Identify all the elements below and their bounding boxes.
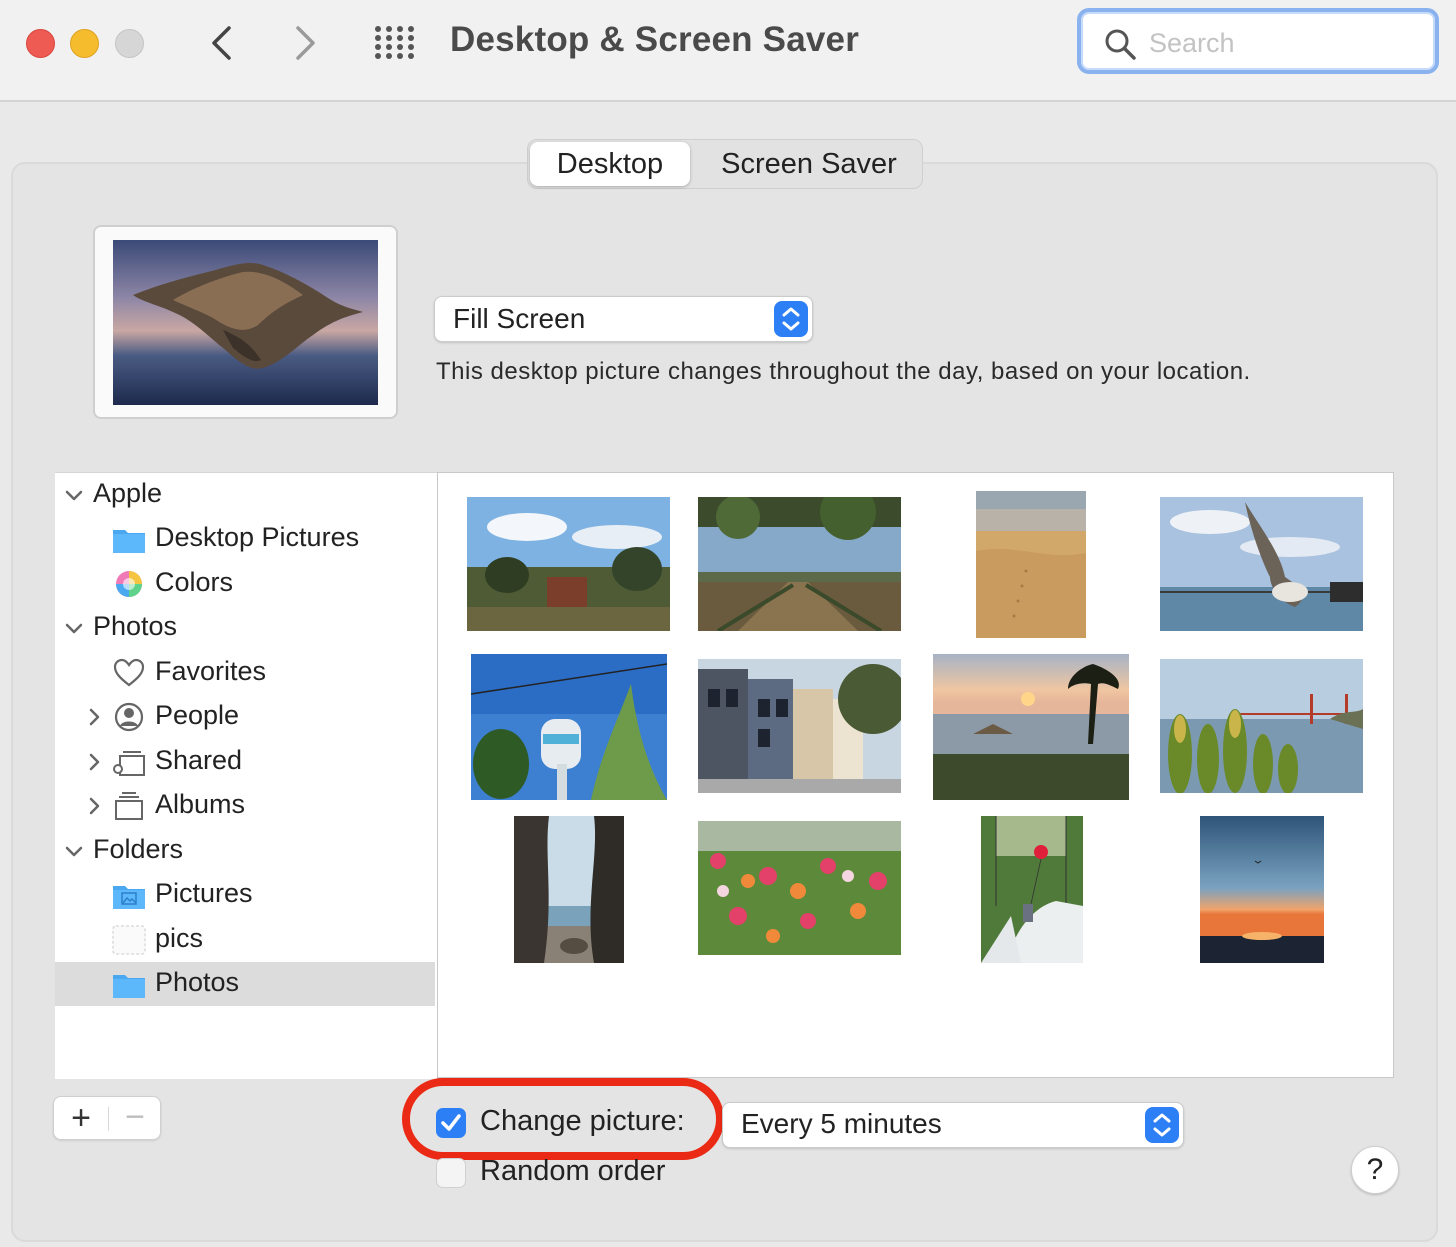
sidebar-item-pics[interactable]: pics (55, 918, 435, 962)
thumbnail-golden-gate-plants[interactable] (1160, 659, 1363, 793)
folder-icon (113, 530, 145, 553)
tab-bar: Desktop Screen Saver (527, 139, 923, 189)
window-title: Desktop & Screen Saver (450, 20, 860, 59)
tab-desktop[interactable]: Desktop (530, 142, 690, 186)
thumbnail-beach-sunset-palm[interactable] (933, 654, 1129, 800)
chevron-down-icon[interactable] (63, 617, 85, 639)
blank-folder-icon (112, 925, 146, 955)
thumbnail-ocean-sunset[interactable] (1200, 816, 1324, 963)
catalina-island-image (113, 240, 378, 405)
sidebar-item-photos-folder[interactable]: Photos (55, 962, 435, 1006)
divider (108, 1107, 109, 1131)
sidebar-item-label: pics (155, 923, 204, 953)
remove-folder-button[interactable]: − (120, 1097, 150, 1139)
sidebar-item-colors[interactable]: Colors (55, 562, 435, 606)
tab-screen-saver[interactable]: Screen Saver (700, 142, 918, 186)
sidebar-item-label: Colors (155, 567, 234, 597)
thumbnail-row-houses[interactable] (698, 659, 901, 793)
albums-icon (115, 792, 143, 820)
pictures-folder-icon (113, 886, 145, 909)
thumbnail-zinnia-flowers[interactable] (698, 821, 901, 955)
desktop-picture-preview (93, 225, 398, 419)
random-order-checkbox[interactable] (436, 1158, 466, 1188)
sidebar-item-favorites[interactable]: Favorites (55, 651, 435, 695)
sidebar-group-folders[interactable]: Folders (55, 829, 435, 873)
dynamic-desktop-description: This desktop picture changes throughout … (436, 358, 1251, 385)
checkmark-icon (441, 1114, 461, 1131)
sidebar-item-label: Favorites (155, 656, 267, 686)
title-bar: Desktop & Screen Saver (0, 0, 1456, 102)
sidebar-item-label: Pictures (155, 878, 253, 908)
change-picture-label: Change picture: (480, 1105, 685, 1137)
color-wheel-icon (116, 571, 142, 597)
sidebar-group-photos[interactable]: Photos (55, 606, 435, 650)
minimize-window-button[interactable] (70, 29, 99, 58)
person-circle-icon (114, 702, 144, 732)
thumbnail-seagull-bridge[interactable] (1160, 497, 1363, 631)
interval-dropdown[interactable]: Every 5 minutes (722, 1102, 1184, 1148)
dropdown-chevrons-icon (1145, 1107, 1179, 1143)
change-picture-checkbox[interactable] (436, 1108, 466, 1138)
chevron-down-icon[interactable] (63, 484, 85, 506)
fill-mode-dropdown[interactable]: Fill Screen (434, 296, 813, 342)
add-remove-control: + − (53, 1096, 161, 1140)
zoom-window-button[interactable] (115, 29, 144, 58)
show-all-grid-icon[interactable] (372, 24, 418, 60)
search-input[interactable] (1147, 24, 1421, 62)
thumbnail-rock-cave-beach[interactable] (514, 816, 624, 963)
sidebar-item-label: Shared (155, 745, 243, 775)
random-order-label: Random order (480, 1155, 666, 1187)
sidebar-item-label: Albums (155, 789, 246, 819)
sidebar-group-apple[interactable]: Apple (55, 473, 435, 517)
chevron-down-icon[interactable] (63, 840, 85, 862)
chevron-right-icon[interactable] (83, 795, 105, 817)
chevron-right-icon[interactable] (83, 751, 105, 773)
help-button[interactable]: ? (1351, 1146, 1399, 1194)
thumbnail-sand-dunes[interactable] (976, 491, 1086, 638)
dropdown-chevrons-icon (774, 301, 808, 337)
sidebar-item-label: Desktop Pictures (155, 522, 360, 552)
sidebar-item-desktop-pictures[interactable]: Desktop Pictures (55, 517, 435, 561)
sidebar-group-label: Folders (93, 834, 184, 864)
search-icon (1105, 29, 1136, 60)
sidebar-item-label: Photos (155, 967, 240, 997)
thumbnail-vineyard[interactable] (698, 497, 901, 631)
close-window-button[interactable] (26, 29, 55, 58)
folder-icon (113, 975, 145, 998)
thumbnail-garden-landscape[interactable] (467, 497, 670, 631)
shared-album-icon (113, 751, 145, 776)
interval-value: Every 5 minutes (741, 1108, 942, 1139)
sidebar-item-albums[interactable]: Albums (55, 784, 435, 828)
source-list: Apple Desktop Pictures Colors Photos Fav… (55, 472, 439, 1079)
sidebar-group-label: Photos (93, 611, 178, 641)
picture-grid (437, 472, 1394, 1078)
back-arrow-icon[interactable] (202, 20, 242, 66)
chevron-right-icon[interactable] (83, 706, 105, 728)
heart-icon (113, 658, 145, 687)
sidebar-item-shared[interactable]: Shared (55, 740, 435, 784)
sidebar-item-pictures[interactable]: Pictures (55, 873, 435, 917)
sidebar-item-people[interactable]: People (55, 695, 435, 739)
search-field[interactable] (1077, 8, 1439, 74)
sidebar-group-label: Apple (93, 478, 163, 508)
add-folder-button[interactable]: + (66, 1097, 96, 1139)
fill-mode-value: Fill Screen (453, 303, 586, 334)
forward-arrow-icon[interactable] (285, 20, 325, 66)
thumbnail-child-red-balloon[interactable] (981, 816, 1083, 963)
sidebar-item-label: People (155, 700, 240, 730)
thumbnail-water-tower[interactable] (471, 654, 667, 800)
